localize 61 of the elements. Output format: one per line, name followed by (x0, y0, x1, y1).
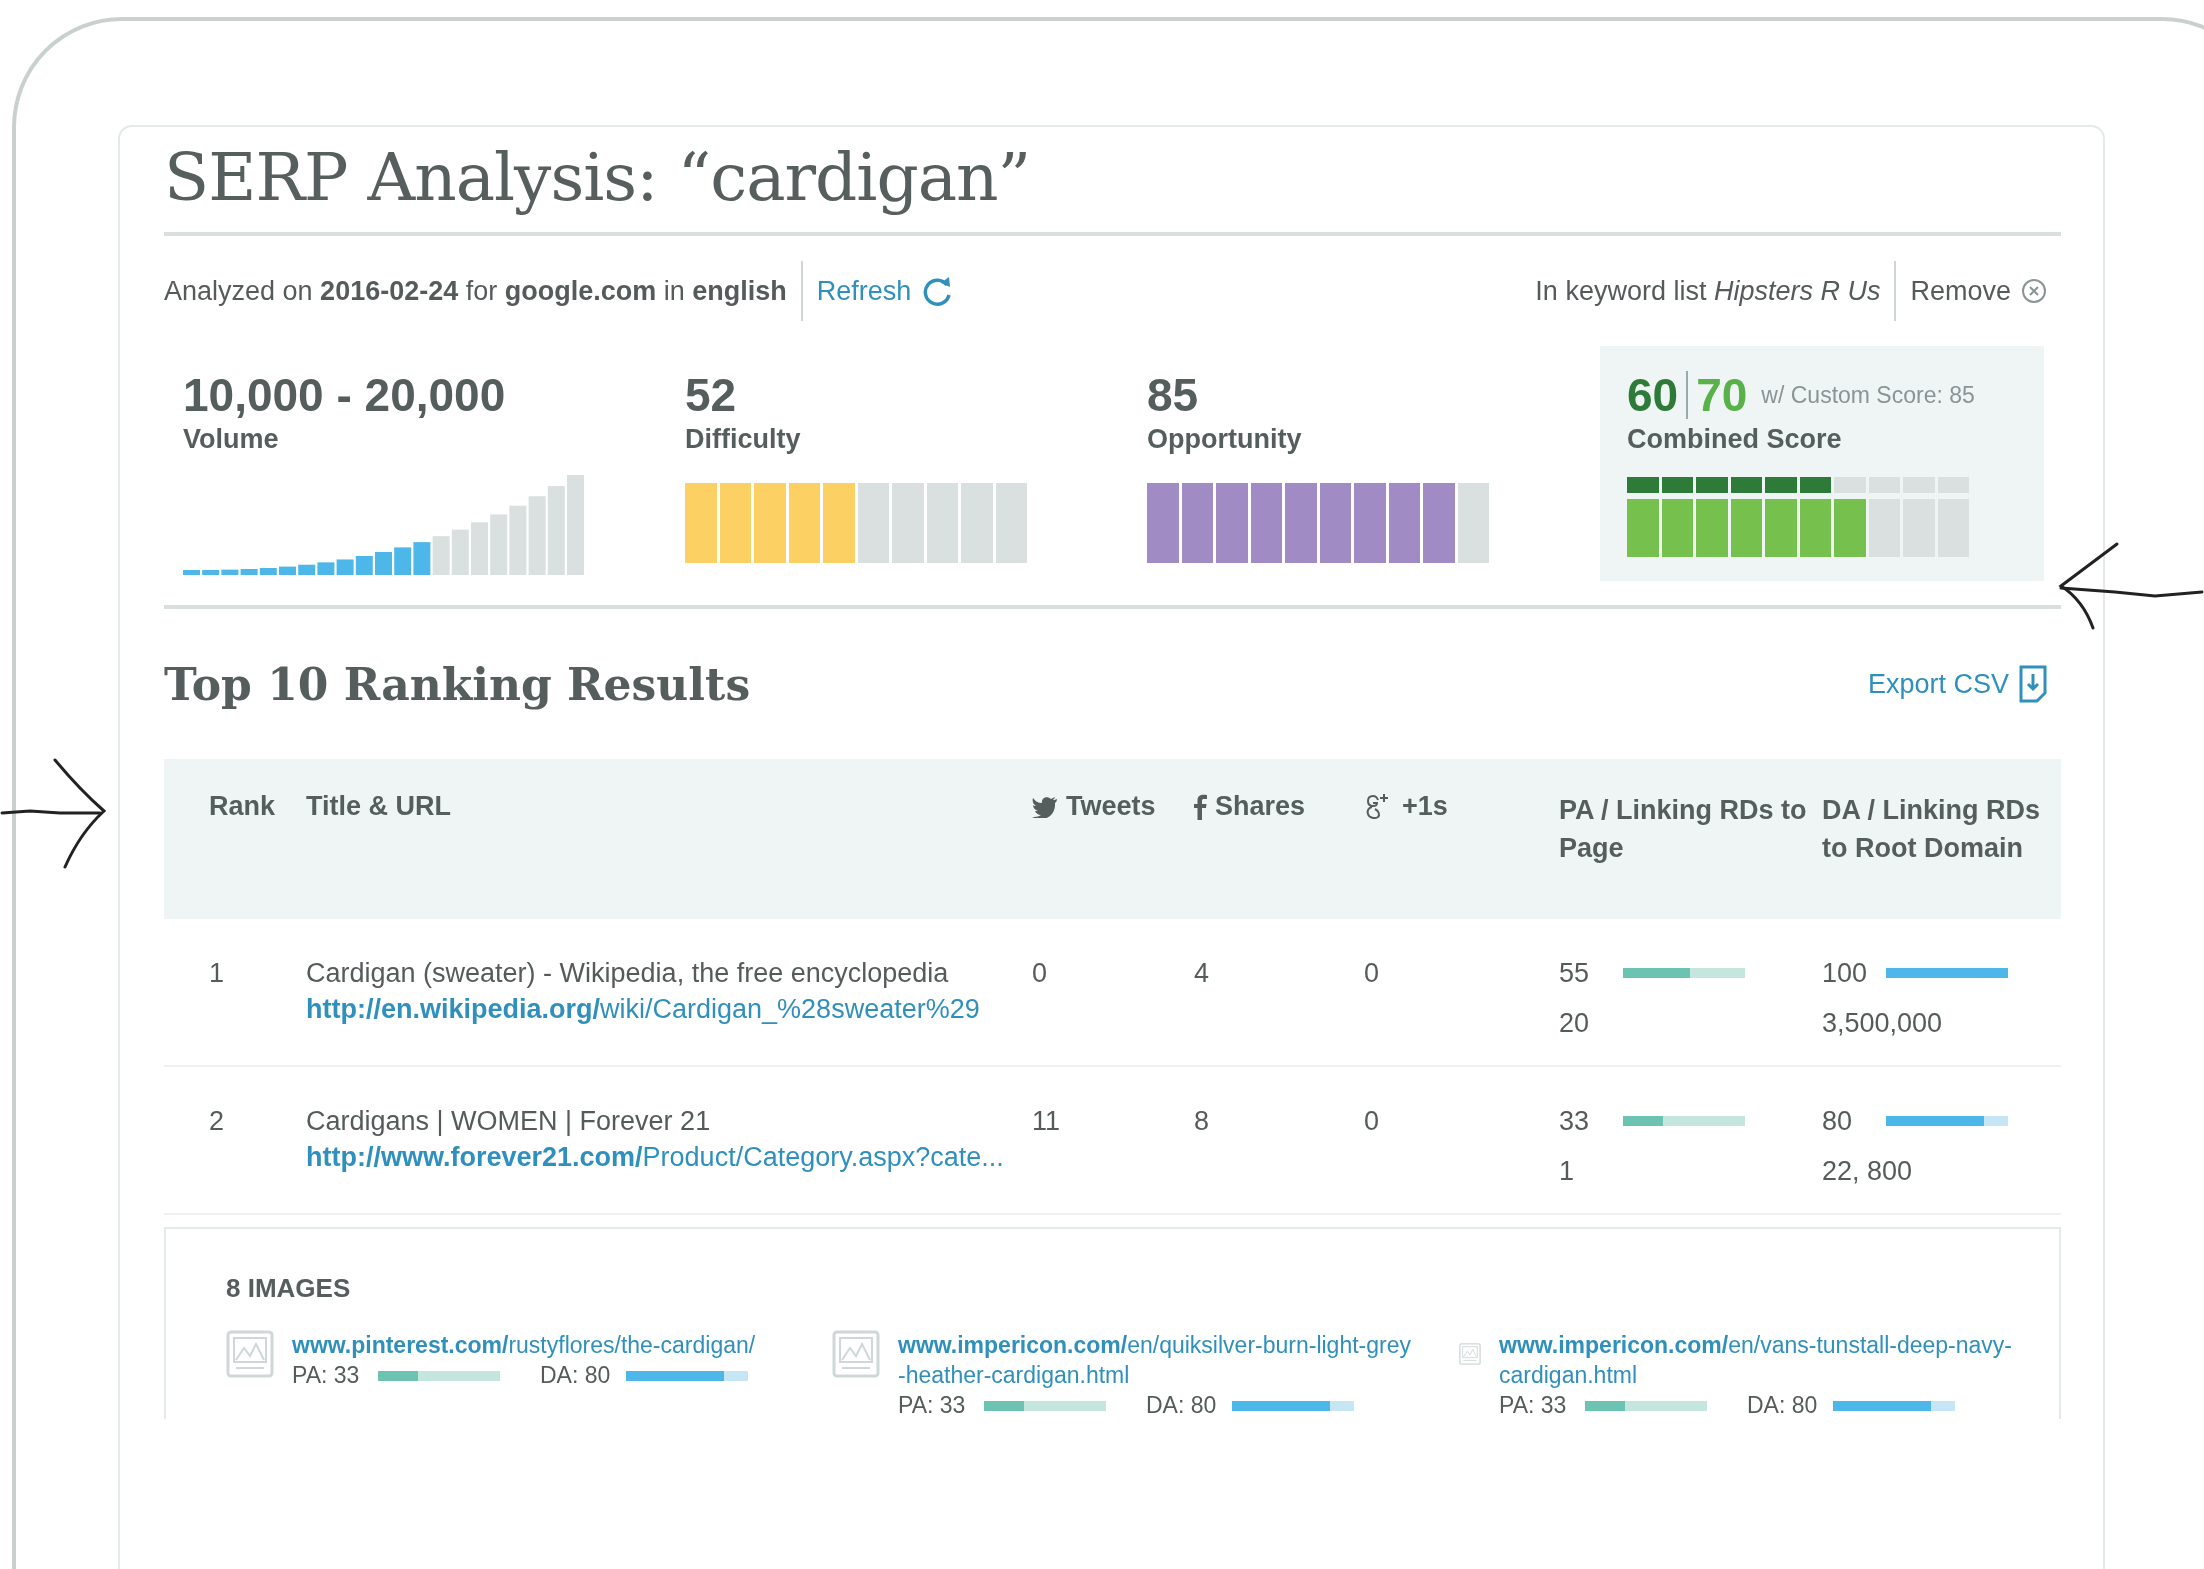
image-url-link[interactable]: www.impericon.com/en/vans-tunstall-deep-navy-cardigan.html (1499, 1330, 2019, 1390)
table-cell-text: 80 (1822, 1105, 1854, 1138)
da-stat: DA: 80 (1747, 1392, 1819, 1419)
table-cell-text: 3,500,000 (1822, 1007, 1944, 1040)
result-url-link[interactable]: http://en.wikipedia.org/wiki/Cardigan_%28sweater%29 (306, 994, 980, 1024)
column-header: DA / Linking RDs to Root Domain (1822, 794, 2041, 865)
refresh-link[interactable]: Refresh (816, 275, 954, 307)
column-header: Tweets (1066, 791, 1156, 822)
table-cell-text: 8 (1194, 1105, 1211, 1138)
table-cell-text: 22, 800 (1822, 1155, 1914, 1188)
download-icon (2019, 665, 2047, 703)
f-letter-icon (1194, 793, 1207, 820)
metric-label: Opportunity (1147, 424, 1303, 455)
pa-stat: PA: 33 (1499, 1392, 1568, 1419)
rank-cell-text: 1 (209, 957, 226, 990)
da-stat: DA: 80 (1146, 1392, 1218, 1419)
metric-value: 10,000 - 20,000 (183, 368, 507, 422)
metric-label: Volume (183, 424, 280, 455)
analysis-info: Analyzed on 2016-02-24 for google.com in english (164, 275, 787, 307)
close-icon (2021, 278, 2047, 304)
section-heading: 8 IMAGES (226, 1273, 352, 1304)
remove-link[interactable]: Remove (1910, 275, 2047, 307)
export-csv-link[interactable]: Export CSV (1867, 665, 2047, 703)
table-cell-text: 100 (1822, 957, 1869, 990)
image-url-link[interactable]: www.pinterest.com/rustyflores/the-cardigan/ (292, 1330, 812, 1360)
pa-stat: PA: 33 (898, 1392, 967, 1419)
bird-icon (1032, 795, 1058, 818)
result-url-link[interactable]: http://www.forever21.com/Product/Category.aspx?cate... (306, 1142, 1004, 1172)
refresh-icon (921, 275, 954, 307)
section-title: Top 10 Ranking Results (164, 658, 751, 710)
score-value: 60 (1627, 368, 1679, 422)
image-icon (226, 1330, 274, 1378)
column-header: Title & URL (306, 791, 452, 822)
table-cell-text: 0 (1032, 957, 1049, 990)
table-cell-text: 0 (1364, 957, 1381, 990)
table-cell-text: 1 (1559, 1155, 1576, 1188)
table-cell-text: 0 (1364, 1105, 1381, 1138)
metric-value: 52 (685, 368, 738, 422)
table-cell-text: 4 (1194, 957, 1211, 990)
page-title: SERP Analysis: “cardigan” (164, 127, 2061, 236)
column-header: PA / Linking RDs to Page (1559, 794, 1808, 865)
column-header: +1s (1402, 791, 1448, 822)
column-header: Shares (1215, 791, 1306, 822)
custom-score-note: w/ Custom Score: 85 (1761, 381, 1975, 409)
table-cell-text: 11 (1032, 1105, 1062, 1138)
keyword-list-info: In keyword list Hipsters R Us (1535, 275, 1881, 307)
metric-label: Difficulty (685, 424, 802, 455)
result-title: Cardigan (sweater) - Wikipedia, the free encyclopedia (306, 957, 950, 990)
table-cell-text: 33 (1559, 1105, 1591, 1138)
table-cell-text: 55 (1559, 957, 1591, 990)
rank-cell-text: 2 (209, 1105, 226, 1138)
image-icon (832, 1330, 880, 1378)
pa-stat: PA: 33 (292, 1362, 361, 1389)
metric-label: Combined Score (1627, 424, 1843, 455)
da-stat: DA: 80 (540, 1362, 612, 1389)
column-header: Rank (209, 791, 277, 822)
table-cell-text: 20 (1559, 1007, 1591, 1040)
metric-value: 85 (1147, 368, 1200, 422)
custom-score-value: 70 (1696, 368, 1748, 422)
image-url-link[interactable]: www.impericon.com/en/quiksilver-burn-light-grey-heather-cardigan.html (898, 1330, 1418, 1390)
result-title: Cardigans | WOMEN | Forever 21 (306, 1105, 712, 1138)
